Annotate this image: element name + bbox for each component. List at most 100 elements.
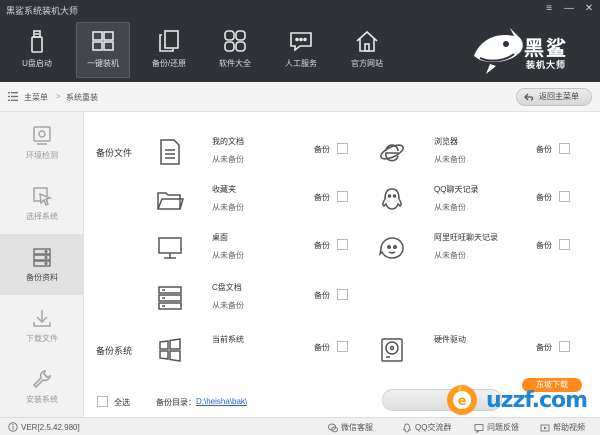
monitor-icon: [158, 237, 182, 259]
backup-checkbox[interactable]: [337, 289, 348, 300]
sidebar-item-install-system[interactable]: 安装系统: [0, 356, 84, 417]
wechat-label: 微信客服: [341, 423, 373, 432]
item-name: C盘文档: [212, 283, 242, 292]
item-name: 我的文档: [212, 137, 244, 146]
folder-icon: [157, 192, 184, 210]
document-icon: [160, 139, 180, 165]
list-item: QQ聊天记录 从未备份 备份: [378, 184, 598, 224]
svg-text:e: e: [458, 394, 467, 409]
help-video-label: 帮助视频: [553, 423, 585, 432]
section-backup-files: 备份文件: [96, 148, 133, 158]
sidebar-item-backup-data[interactable]: 备份资料: [0, 234, 84, 295]
item-name: 当前系统: [212, 335, 244, 344]
shark-mascot-icon: [474, 28, 523, 74]
backup-checkbox[interactable]: [337, 143, 348, 154]
wrench-icon: [32, 370, 51, 389]
windows-logo-icon: [159, 338, 181, 362]
chat-bubble-icon: [290, 32, 312, 52]
sidebar-label: 下载文件: [26, 334, 58, 343]
nav-usb-boot[interactable]: U盘启动: [10, 22, 64, 78]
wechat-support-link[interactable]: 微信客服: [328, 422, 373, 433]
watermark: e 东坡下载 uzzf.com: [442, 378, 592, 418]
item-status: 从未备份: [212, 155, 244, 164]
help-video-icon: [540, 424, 550, 431]
window-title: 黑鲨系统装机大师: [6, 6, 79, 16]
feedback-icon: [474, 423, 484, 433]
backup-checkbox[interactable]: [337, 341, 348, 352]
qq-group-link[interactable]: QQ交流群: [402, 422, 451, 433]
download-icon: [33, 310, 51, 327]
item-status: 从未备份: [434, 155, 466, 164]
backup-checkbox[interactable]: [559, 239, 570, 250]
brand-name: 黑鲨: [524, 36, 568, 60]
qq-group-label: QQ交流群: [415, 423, 452, 432]
list-item: 当前系统 备份: [156, 334, 376, 374]
back-to-main-button[interactable]: 返回主菜单: [516, 88, 592, 106]
nav-one-click-install[interactable]: 一键装机: [76, 22, 130, 78]
item-status: 从未备份: [212, 301, 244, 310]
backup-dir-link[interactable]: D:\heisha\bak\: [196, 397, 247, 406]
feedback-label: 问题反馈: [487, 423, 519, 432]
nav-label: 软件大全: [219, 59, 251, 68]
nav-label: 备份/还原: [151, 59, 187, 68]
backup-checkbox[interactable]: [559, 143, 570, 154]
backup-checkbox[interactable]: [337, 191, 348, 202]
list-item: 桌面 从未备份 备份: [156, 232, 376, 272]
version-text: VER[2.5.42.980]: [21, 422, 80, 432]
nav-label: 一键装机: [87, 59, 119, 68]
backup-checkbox-label: 备份: [314, 193, 330, 202]
backup-checkbox-label: 备份: [314, 241, 330, 250]
qq-icon: [403, 423, 411, 432]
item-name: 硬件驱动: [434, 335, 466, 344]
status-bar: VER[2.5.42.980] 微信客服 QQ交流群 问题反馈 帮助视频: [0, 417, 600, 435]
backup-checkbox[interactable]: [559, 341, 570, 352]
menu-icon[interactable]: ≡: [542, 2, 556, 16]
nav-backup-restore[interactable]: 备份/还原: [142, 22, 196, 78]
select-all-checkbox[interactable]: [97, 396, 108, 407]
list-menu-icon: [8, 92, 18, 101]
home-icon: [356, 30, 378, 52]
aliwangwang-icon: [378, 237, 404, 259]
sidebar-item-env-check[interactable]: 环境检测: [0, 112, 84, 173]
feedback-link[interactable]: 问题反馈: [474, 422, 519, 433]
item-status: 从未备份: [434, 251, 466, 260]
sidebar-item-select-system[interactable]: 选择系统: [0, 173, 84, 234]
watermark-logo-icon: e: [447, 384, 477, 415]
help-video-link[interactable]: 帮助视频: [540, 422, 585, 433]
nav-official-site[interactable]: 官方网站: [340, 22, 394, 78]
item-status: 从未备份: [212, 203, 244, 212]
backup-checkbox-label: 备份: [536, 241, 552, 250]
nav-label: U盘启动: [22, 59, 52, 68]
backup-checkbox[interactable]: [337, 239, 348, 250]
backup-checkbox-label: 备份: [314, 343, 330, 352]
backup-checkbox-label: 备份: [536, 193, 552, 202]
version-label: VER[2.5.42.980]: [8, 422, 80, 432]
nav-label: 人工服务: [285, 59, 317, 68]
server-stack-icon: [158, 286, 182, 310]
environment-check-icon: [33, 126, 51, 145]
hard-drive-icon: [381, 338, 403, 362]
back-button-label: 返回主菜单: [539, 92, 579, 101]
section-backup-system: 备份系统: [96, 346, 133, 356]
backup-checkbox[interactable]: [559, 191, 570, 202]
qq-penguin-icon: [382, 188, 402, 210]
backup-checkbox-label: 备份: [536, 343, 552, 352]
minimize-icon[interactable]: —: [562, 2, 576, 16]
breadcrumb-main-menu[interactable]: 主菜单: [24, 92, 48, 103]
nav-manual-service[interactable]: 人工服务: [274, 22, 328, 78]
windows-grid-icon: [92, 31, 114, 51]
ie-browser-icon: [380, 144, 404, 162]
nav-software[interactable]: 软件大全: [208, 22, 262, 78]
close-icon[interactable]: ✕: [582, 2, 596, 16]
cursor-select-icon: [33, 187, 53, 207]
title-bar: 黑鲨系统装机大师 ≡ — ✕: [0, 0, 600, 18]
list-item: 我的文档 从未备份 备份: [156, 136, 376, 176]
sidebar-label: 选择系统: [26, 212, 58, 221]
backup-checkbox-label: 备份: [314, 291, 330, 300]
sidebar-item-download-files[interactable]: 下载文件: [0, 295, 84, 356]
list-item: 阿里旺旺聊天记录 从未备份 备份: [378, 232, 598, 272]
usb-drive-icon: [31, 30, 43, 53]
apps-grid-icon: [224, 30, 246, 52]
wechat-icon: [328, 423, 338, 432]
sidebar-label: 安装系统: [26, 395, 58, 404]
